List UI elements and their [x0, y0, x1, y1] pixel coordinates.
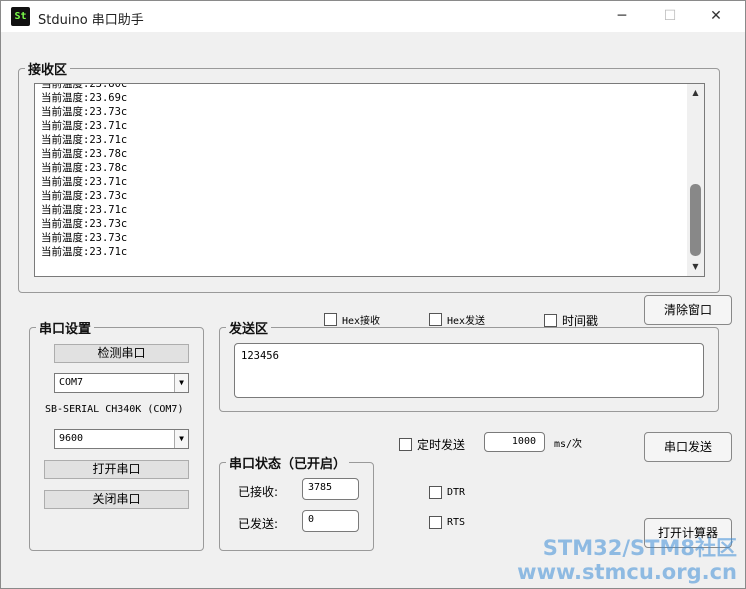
rts-checkbox[interactable]: RTS: [429, 516, 465, 529]
receive-line: 当前温度:23.71c: [41, 204, 128, 216]
minimize-button[interactable]: ─: [599, 1, 645, 32]
title-bar: St Stduino 串口助手 ─ ☐ ✕: [1, 1, 745, 32]
receive-scrollbar[interactable]: ▲ ▼: [687, 84, 704, 276]
close-button[interactable]: ✕: [693, 1, 739, 32]
checkbox-box[interactable]: [399, 438, 412, 451]
chevron-down-icon[interactable]: ▼: [174, 374, 188, 392]
scroll-up-arrow-icon[interactable]: ▲: [687, 86, 704, 100]
send-textarea[interactable]: 123456: [234, 343, 704, 398]
site-watermark: STM32/STM8社区 www.stmcu.org.cn: [517, 536, 737, 584]
receive-line-partial: 当前温度:23.80c: [41, 83, 128, 90]
checkbox-box[interactable]: [429, 516, 442, 529]
watermark-line-2: www.stmcu.org.cn: [517, 560, 737, 584]
received-count: 3785: [302, 478, 359, 500]
baud-select[interactable]: 9600 ▼: [54, 429, 189, 449]
open-port-button[interactable]: 打开串口: [44, 460, 189, 479]
dtr-checkbox[interactable]: DTR: [429, 486, 465, 499]
rts-label: RTS: [447, 517, 466, 528]
app-logo-icon: St: [11, 7, 30, 26]
receive-line: 当前温度:23.73c: [41, 190, 128, 202]
receive-textarea[interactable]: 当前温度:23.80c 当前温度:23.69c 当前温度:23.73c 当前温度:23…: [34, 83, 705, 277]
receive-line: 当前温度:23.71c: [41, 176, 128, 188]
interval-unit: ms/次: [554, 439, 583, 450]
baud-select-value: 9600: [59, 433, 84, 444]
window-title: Stduino 串口助手: [38, 13, 144, 28]
send-group-label: 发送区: [229, 322, 269, 337]
device-description: SB-SERIAL CH340K (COM7): [45, 404, 184, 415]
receive-lines: 当前温度:23.80c 当前温度:23.69c 当前温度:23.73c 当前温度:23…: [41, 83, 128, 259]
detect-port-button[interactable]: 检测串口: [54, 344, 189, 363]
receive-group-label: 接收区: [28, 63, 68, 78]
receive-line: 当前温度:23.73c: [41, 218, 128, 230]
status-group: 串口状态（已开启）: [219, 453, 374, 551]
receive-line: 当前温度:23.71c: [41, 246, 128, 258]
interval-input[interactable]: 1000: [484, 432, 545, 452]
receive-line: 当前温度:23.78c: [41, 162, 128, 174]
receive-line: 当前温度:23.71c: [41, 120, 128, 132]
status-group-label: 串口状态（已开启）: [229, 457, 347, 472]
port-select[interactable]: COM7 ▼: [54, 373, 189, 393]
dtr-label: DTR: [447, 487, 466, 498]
timed-send-checkbox[interactable]: 定时发送: [399, 436, 465, 453]
timed-send-label: 定时发送: [417, 438, 466, 452]
sent-count: 0: [302, 510, 359, 532]
maximize-button[interactable]: ☐: [647, 1, 693, 32]
checkbox-box[interactable]: [429, 486, 442, 499]
receive-line: 当前温度:23.69c: [41, 92, 128, 104]
scroll-thumb[interactable]: [690, 184, 701, 256]
receive-line: 当前温度:23.73c: [41, 232, 128, 244]
close-port-button[interactable]: 关闭串口: [44, 490, 189, 509]
sent-label: 已发送:: [238, 517, 279, 531]
receive-line: 当前温度:23.71c: [41, 134, 128, 146]
scroll-down-arrow-icon[interactable]: ▼: [687, 260, 704, 274]
watermark-line-1: STM32/STM8社区: [542, 536, 737, 560]
serial-settings-label: 串口设置: [39, 322, 92, 337]
received-label: 已接收:: [238, 485, 279, 499]
receive-line: 当前温度:23.78c: [41, 148, 128, 160]
port-select-value: COM7: [59, 377, 84, 388]
receive-line: 当前温度:23.73c: [41, 106, 128, 118]
serial-send-button[interactable]: 串口发送: [644, 432, 732, 462]
app-window: St Stduino 串口助手 ─ ☐ ✕ 接收区 当前温度:23.80c 当前温…: [0, 0, 746, 589]
chevron-down-icon[interactable]: ▼: [174, 430, 188, 448]
